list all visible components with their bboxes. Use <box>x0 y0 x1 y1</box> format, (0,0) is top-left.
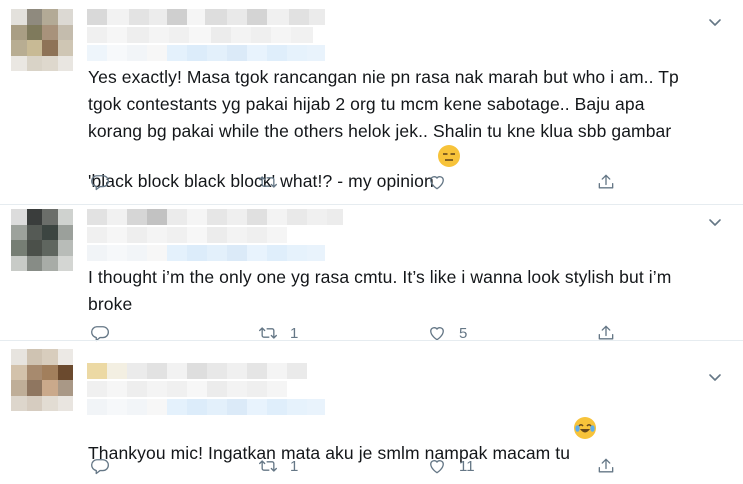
reply-tweet-1[interactable]: Yes exactly! Masa tgok rancangan nie pn … <box>0 0 743 205</box>
avatar[interactable] <box>11 349 73 411</box>
face-with-tears-of-joy-emoji <box>574 417 597 439</box>
retweet-button[interactable]: 1 <box>258 454 298 478</box>
reply-icon <box>91 175 109 191</box>
retweet-count: 1 <box>290 457 299 475</box>
like-icon <box>430 460 444 474</box>
share-button[interactable] <box>596 170 616 194</box>
reply-button[interactable] <box>90 454 122 478</box>
reply-tweet-2[interactable]: I thought i’m the only one yg rasa cmtu.… <box>0 205 743 342</box>
like-button[interactable] <box>427 170 459 194</box>
author-name[interactable] <box>87 9 325 25</box>
replying-to-handle[interactable] <box>87 45 325 61</box>
avatar[interactable] <box>11 9 73 71</box>
reply-icon <box>91 459 109 475</box>
like-count: 11 <box>459 457 475 475</box>
like-icon <box>430 176 444 190</box>
retweet-icon <box>259 460 277 472</box>
author-handle[interactable] <box>87 27 313 43</box>
retweet-count: 1 <box>290 324 299 342</box>
replying-to-handle[interactable] <box>87 399 325 415</box>
share-icon <box>598 458 614 473</box>
retweet-icon <box>259 176 277 188</box>
replying-to-handle[interactable] <box>87 245 325 261</box>
author-handle[interactable] <box>87 227 287 243</box>
chevron-down-icon[interactable] <box>707 214 723 230</box>
share-button[interactable] <box>596 454 616 478</box>
reply-button[interactable] <box>90 170 122 194</box>
tweet-text: I thought i’m the only one yg rasa cmtu.… <box>88 267 672 314</box>
reply-tweet-3[interactable]: Thankyou mic! Ingatkan mata aku je smlm … <box>0 341 743 484</box>
retweet-button[interactable] <box>258 170 290 194</box>
chevron-down-icon[interactable] <box>707 369 723 385</box>
tweet-actions: 1 11 <box>88 454 648 478</box>
tweet-actions <box>88 170 648 194</box>
like-button[interactable]: 11 <box>427 454 475 478</box>
share-icon <box>598 174 614 189</box>
author-handle[interactable] <box>87 381 287 397</box>
author-name[interactable] <box>87 209 343 225</box>
like-count: 5 <box>459 324 468 342</box>
chevron-down-icon[interactable] <box>707 14 723 30</box>
expressionless-face-emoji <box>437 145 460 167</box>
avatar[interactable] <box>11 209 73 271</box>
author-name[interactable] <box>87 363 307 379</box>
